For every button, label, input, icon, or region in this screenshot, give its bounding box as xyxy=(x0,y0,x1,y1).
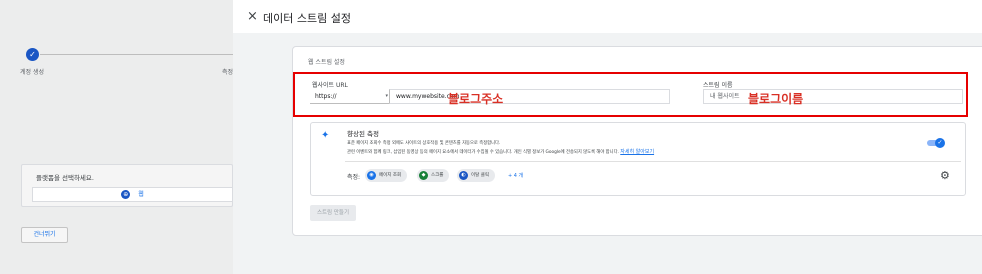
enhanced-title: 향상된 측정 xyxy=(347,130,379,138)
website-url-label: 웹사이트 URL xyxy=(312,82,348,89)
drawer-header: × 데이터 스트림 설정 xyxy=(233,0,982,33)
chip-scrolls: ◆ 스크롤 xyxy=(417,169,450,182)
dropdown-arrow-icon: ▾ xyxy=(385,93,388,99)
stepper-line xyxy=(40,54,233,55)
chip-page-views: ◉ 페이지 조회 xyxy=(365,169,408,182)
learn-more-link[interactable]: 자세히 알아보기 xyxy=(620,149,654,155)
stream-setup-drawer: × 데이터 스트림 설정 웹 스트림 설정 웹사이트 URL https:// … xyxy=(233,0,982,274)
step-complete-check-icon: ✓ xyxy=(26,48,39,61)
platform-title: 플랫폼을 선택하세요. xyxy=(36,174,94,182)
web-stream-card: 웹 스트림 설정 웹사이트 URL https:// ▾ www.mywebsi… xyxy=(292,46,982,236)
name-annotation: 블로그이름 xyxy=(748,92,804,106)
enhanced-description-2-text: 관련 이벤트와 함께 링크, 삽입된 동영상 등의 페이지 요소에서 데이터가 … xyxy=(347,150,619,155)
more-measurements-link[interactable]: + 4 개 xyxy=(508,172,523,179)
chip-label: 이탈 클릭 xyxy=(471,173,489,178)
stream-name-input[interactable]: 내 웹사이트 xyxy=(703,89,963,104)
enhanced-description-1: 표준 페이지 조회수 측정 외에도 사이트의 상호작용 및 콘텐츠를 자동으로 … xyxy=(347,141,501,146)
website-url-input[interactable]: www.mywebsite.com xyxy=(389,89,670,104)
globe-icon: ⊕ xyxy=(121,190,131,199)
link-icon: ◐ xyxy=(459,171,468,180)
web-platform-button[interactable]: ⊕ 웹 xyxy=(32,187,233,202)
protocol-value: https:// xyxy=(315,93,337,100)
stream-name-label: 스트림 이름 xyxy=(703,82,733,89)
card-title: 웹 스트림 설정 xyxy=(308,59,345,66)
scroll-icon: ◆ xyxy=(419,171,428,180)
divider xyxy=(345,161,961,162)
skip-button[interactable]: 건너뛰기 xyxy=(21,227,68,243)
check-icon: ✓ xyxy=(935,138,945,148)
step-account-label: 계정 생성 xyxy=(20,69,44,76)
sparkle-icon: ✦ xyxy=(321,130,330,141)
enhanced-description-2: 관련 이벤트와 함께 링크, 삽입된 동영상 등의 페이지 요소에서 데이터가 … xyxy=(347,148,654,155)
close-icon[interactable]: × xyxy=(247,10,258,23)
url-annotation: 블로그주소 xyxy=(448,92,504,106)
web-button-label: 웹 xyxy=(138,191,144,198)
eye-icon: ◉ xyxy=(367,171,376,180)
platform-card: 플랫폼을 선택하세요. ⊕ 웹 xyxy=(21,164,233,207)
enhanced-measurement-toggle[interactable]: ✓ xyxy=(927,138,946,148)
measure-label: 측정: xyxy=(347,174,361,181)
gear-icon[interactable]: ⚙ xyxy=(940,169,950,182)
step-measure-label: 측정 xyxy=(222,69,234,76)
protocol-select[interactable]: https:// ▾ xyxy=(310,89,392,104)
chip-label: 페이지 조회 xyxy=(379,173,402,178)
create-stream-button[interactable]: 스트림 만들기 xyxy=(310,205,356,221)
chip-label: 스크롤 xyxy=(431,173,444,178)
drawer-title: 데이터 스트림 설정 xyxy=(263,12,351,25)
chip-outbound-clicks: ◐ 이탈 클릭 xyxy=(457,169,495,182)
enhanced-measurement-panel: ✦ 향상된 측정 표준 페이지 조회수 측정 외에도 사이트의 상호작용 및 콘… xyxy=(310,122,966,196)
